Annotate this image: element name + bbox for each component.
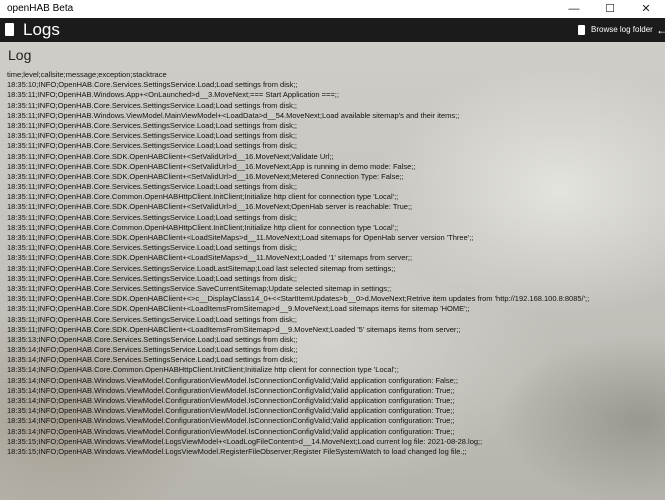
log-line: 18:35:14;INFO;OpenHAB.Windows.ViewModel.… [7,426,455,436]
browse-log-folder-label: Browse log folder [591,25,653,34]
log-line: 18:35:11;INFO;OpenHAB.Windows.ViewModel.… [7,110,460,120]
log-line: 18:35:11;INFO;OpenHAB.Core.Services.Sett… [7,273,298,283]
log-line: 18:35:11;INFO;OpenHAB.Core.SDK.OpenHABCl… [7,202,413,212]
log-line: 18:35:11;INFO;OpenHAB.Core.Services.Sett… [7,263,396,273]
maximize-button[interactable]: ☐ [592,0,628,18]
log-line: 18:35:11;INFO;OpenHAB.Core.Services.Sett… [7,314,298,324]
log-line: 18:35:10;INFO;OpenHAB.Core.Services.Sett… [7,80,298,90]
log-line: 18:35:11;INFO;OpenHAB.Core.Services.Sett… [7,120,298,130]
log-line: 18:35:14;INFO;OpenHAB.Windows.ViewModel.… [7,406,455,416]
log-line: 18:35:11;INFO;OpenHAB.Core.SDK.OpenHABCl… [7,253,413,263]
log-line: 18:35:11;INFO;OpenHAB.Core.Services.Sett… [7,100,298,110]
log-line: 18:35:11;INFO;OpenHAB.Core.Services.Sett… [7,283,392,293]
section-title: Log [8,47,32,63]
page-title: Logs [23,20,60,39]
log-line: 18:35:13;INFO;OpenHAB.Core.Services.Sett… [7,334,298,344]
document-icon [578,25,585,35]
log-line: 18:35:14;INFO;OpenHAB.Core.Common.OpenHA… [7,365,399,375]
app-header: Logs Browse log folder ← [0,18,665,42]
log-line: 18:35:11;INFO;OpenHAB.Core.SDK.OpenHABCl… [7,151,334,161]
log-line: 18:35:14;INFO;OpenHAB.Windows.ViewModel.… [7,396,455,405]
log-line: 18:35:11;INFO;OpenHAB.Core.Common.OpenHA… [7,192,399,202]
minimize-button[interactable]: — [556,0,592,18]
window-titlebar: openHAB Beta — ☐ ✕ [0,0,665,18]
back-arrow-icon[interactable]: ← [656,22,665,38]
log-line: 18:35:11;INFO;OpenHAB.Core.SDK.OpenHABCl… [7,161,416,171]
window-title: openHAB Beta [7,3,74,14]
log-line: 18:35:11;INFO;OpenHAB.Core.Services.Sett… [7,182,298,192]
log-line: 18:35:11;INFO;OpenHAB.Core.Services.Sett… [7,141,298,151]
log-line: 18:35:11;INFO;OpenHAB.Core.SDK.OpenHABCl… [7,294,590,304]
close-button[interactable]: ✕ [628,0,664,18]
log-line: 18:35:11;INFO;OpenHAB.Windows.App+<OnLau… [7,90,339,100]
document-icon [5,23,14,36]
log-content: time;level;callsite;message;exception;st… [7,70,662,457]
log-line: 18:35:15;INFO;OpenHAB.Windows.ViewModel.… [7,436,483,446]
log-line: 18:35:11;INFO;OpenHAB.Core.SDK.OpenHABCl… [7,233,474,242]
log-line: 18:35:11;INFO;OpenHAB.Core.SDK.OpenHABCl… [7,171,404,181]
log-line: 18:35:14;INFO;OpenHAB.Core.Services.Sett… [7,345,298,355]
log-line: 18:35:14;INFO;OpenHAB.Windows.ViewModel.… [7,385,455,395]
log-line: 18:35:11;INFO;OpenHAB.Core.Services.Sett… [7,243,298,253]
log-line: 18:35:11;INFO;OpenHAB.Core.SDK.OpenHABCl… [7,324,461,334]
log-line: 18:35:11;INFO;OpenHAB.Core.Services.Sett… [7,212,298,222]
log-line: 18:35:14;INFO;OpenHAB.Windows.ViewModel.… [7,375,458,385]
log-line: 18:35:11;INFO;OpenHAB.Core.SDK.OpenHABCl… [7,304,470,314]
log-line: 18:35:15;INFO;OpenHAB.Windows.ViewModel.… [7,446,467,456]
log-line: 18:35:11;INFO;OpenHAB.Core.Common.OpenHA… [7,222,399,232]
log-line: 18:35:14;INFO;OpenHAB.Windows.ViewModel.… [7,416,455,426]
log-line: 18:35:14;INFO;OpenHAB.Core.Services.Sett… [7,355,298,365]
log-header-line: time;level;callsite;message;exception;st… [7,70,167,79]
log-line: 18:35:11;INFO;OpenHAB.Core.Services.Sett… [7,131,298,141]
